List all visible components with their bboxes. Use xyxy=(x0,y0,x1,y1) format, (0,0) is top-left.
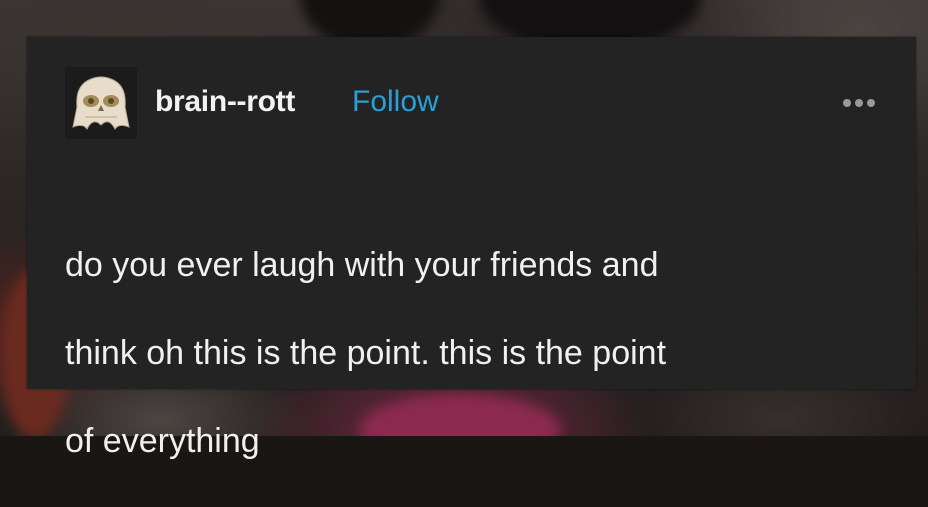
user-avatar[interactable] xyxy=(65,67,137,139)
more-options-button[interactable] xyxy=(839,91,879,115)
post-card: brain--rott Follow do you ever laugh wit… xyxy=(27,37,916,460)
follow-button[interactable]: Follow xyxy=(352,85,439,119)
post-body-text: do you ever laugh with your friends and … xyxy=(65,199,885,507)
post-text-line: of everything xyxy=(65,422,260,460)
username[interactable]: brain--rott xyxy=(155,85,295,119)
post-text-line: think oh this is the point. this is the … xyxy=(65,334,667,372)
skull-avatar-icon xyxy=(65,67,137,139)
post-text-line: do you ever laugh with your friends and xyxy=(65,246,659,284)
more-options-icon xyxy=(843,99,875,107)
